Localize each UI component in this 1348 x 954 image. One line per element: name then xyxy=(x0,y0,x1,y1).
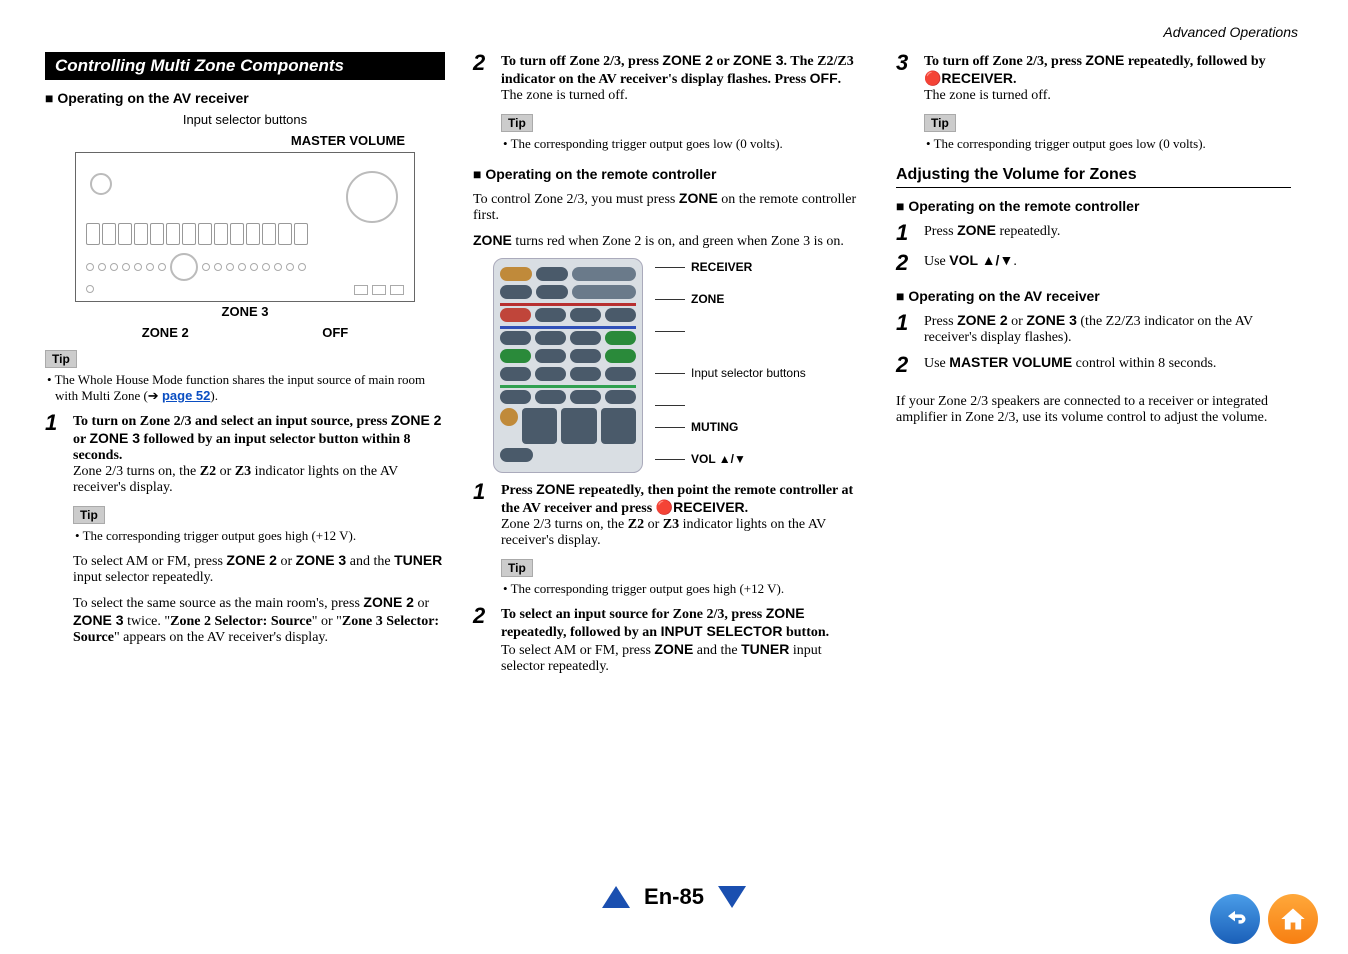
tip-label: Tip xyxy=(924,114,956,132)
return-arrow-icon xyxy=(1221,905,1249,933)
tip-label: Tip xyxy=(45,350,77,368)
vol-remote-step1-num: 1 xyxy=(896,222,914,244)
label-zone3: ZONE 3 xyxy=(75,304,415,319)
vol-av-step1-num: 1 xyxy=(896,312,914,346)
vol-av-step2-num: 2 xyxy=(896,354,914,376)
vol-av-step2-body: Use MASTER VOLUME control within 8 secon… xyxy=(924,354,1291,376)
remote-intro-2: ZONE turns red when Zone 2 is on, and gr… xyxy=(473,232,868,250)
paragraph-amfm: To select AM or FM, press ZONE 2 or ZONE… xyxy=(73,552,445,586)
prev-page-button[interactable] xyxy=(602,886,630,908)
source-button-icon xyxy=(536,267,568,281)
master-volume-knob xyxy=(346,171,398,223)
tip-text: The corresponding trigger output goes lo… xyxy=(501,136,868,152)
tip-text: The corresponding trigger output goes hi… xyxy=(73,528,445,544)
tip-label: Tip xyxy=(501,114,533,132)
home-button[interactable] xyxy=(1268,894,1318,944)
callout-vol: VOL ▲/▼ xyxy=(655,452,806,466)
tip-label: Tip xyxy=(501,559,533,577)
remote-step-2-num: 2 xyxy=(473,605,491,675)
callout-zone: ZONE xyxy=(655,292,806,306)
tip-text: The corresponding trigger output goes lo… xyxy=(924,136,1291,152)
vol-av-step1-body: Press ZONE 2 or ZONE 3 (the Z2/Z3 indica… xyxy=(924,312,1291,346)
callout-input-selector: Input selector buttons xyxy=(655,366,806,380)
remote-callouts: RECEIVER ZONE Input selector buttons MUT… xyxy=(655,258,806,473)
section-header: Advanced Operations xyxy=(1163,24,1298,40)
small-knob xyxy=(170,253,198,281)
receiver-illustration: ZONE 3 ZONE 2 OFF xyxy=(75,152,415,340)
zone-button-icon xyxy=(572,267,636,281)
remote-step-1-num: 1 xyxy=(473,481,491,549)
tuner-button-icon xyxy=(605,349,636,363)
subheading-av-receiver: Operating on the AV receiver xyxy=(45,90,445,106)
remote-intro-1: To control Zone 2/3, you must press ZONE… xyxy=(473,190,868,224)
return-button[interactable] xyxy=(1210,894,1260,944)
power-button-icon xyxy=(90,173,112,195)
step-1-body: To turn on Zone 2/3 and select an input … xyxy=(73,412,445,496)
vol-button-icon xyxy=(601,408,636,444)
tip-text: The corresponding trigger output goes hi… xyxy=(501,581,868,597)
caption-input-selector: Input selector buttons xyxy=(45,112,445,127)
section-title: Controlling Multi Zone Components xyxy=(45,52,445,80)
label-off: OFF xyxy=(322,325,348,340)
subheading-remote: Operating on the remote controller xyxy=(896,198,1291,214)
step-2-body: To turn off Zone 2/3, press ZONE 2 or ZO… xyxy=(501,52,868,104)
vol-remote-step2-body: Use VOL ▲/▼. xyxy=(924,252,1291,274)
callout-muting: MUTING xyxy=(655,420,806,434)
subheading-av-receiver: Operating on the AV receiver xyxy=(896,288,1291,304)
next-page-button[interactable] xyxy=(718,886,746,908)
step-number-1: 1 xyxy=(45,412,63,496)
step-number-2: 2 xyxy=(473,52,491,104)
callout-receiver: RECEIVER xyxy=(655,260,806,274)
lower-control-row xyxy=(86,253,404,281)
step-number-3: 3 xyxy=(896,52,914,104)
footer: En-85 xyxy=(0,884,1348,944)
caption-master-volume: MASTER VOLUME xyxy=(45,133,445,148)
paragraph-same-source: To select the same source as the main ro… xyxy=(73,594,445,646)
remote-step-2-body: To select an input source for Zone 2/3, … xyxy=(501,605,868,675)
column-2: 2 To turn off Zone 2/3, press ZONE 2 or … xyxy=(473,52,868,679)
column-1: Controlling Multi Zone Components Operat… xyxy=(45,52,445,679)
closing-paragraph: If your Zone 2/3 speakers are connected … xyxy=(896,394,1291,426)
section-heading-adjust-volume: Adjusting the Volume for Zones xyxy=(896,166,1291,188)
subheading-remote: Operating on the remote controller xyxy=(473,166,868,182)
muting-button-icon xyxy=(605,390,636,404)
vol-remote-step1-body: Press ZONE repeatedly. xyxy=(924,222,1291,244)
receiver-button-icon xyxy=(500,267,532,281)
input-selector-row xyxy=(86,223,334,245)
step-3-body: To turn off Zone 2/3, press ZONE repeate… xyxy=(924,52,1291,104)
home-icon xyxy=(1279,905,1307,933)
page-number: En-85 xyxy=(644,884,704,910)
vol-remote-step2-num: 2 xyxy=(896,252,914,274)
column-3: 3 To turn off Zone 2/3, press ZONE repea… xyxy=(896,52,1291,679)
page-link-52[interactable]: page 52 xyxy=(162,388,210,403)
label-zone2: ZONE 2 xyxy=(142,325,189,340)
tip-text: The Whole House Mode function shares the… xyxy=(45,372,445,404)
tip-label: Tip xyxy=(73,506,105,524)
remote-illustration: RECEIVER ZONE Input selector buttons MUT… xyxy=(493,258,868,473)
remote-step-1-body: Press ZONE repeatedly, then point the re… xyxy=(501,481,868,549)
